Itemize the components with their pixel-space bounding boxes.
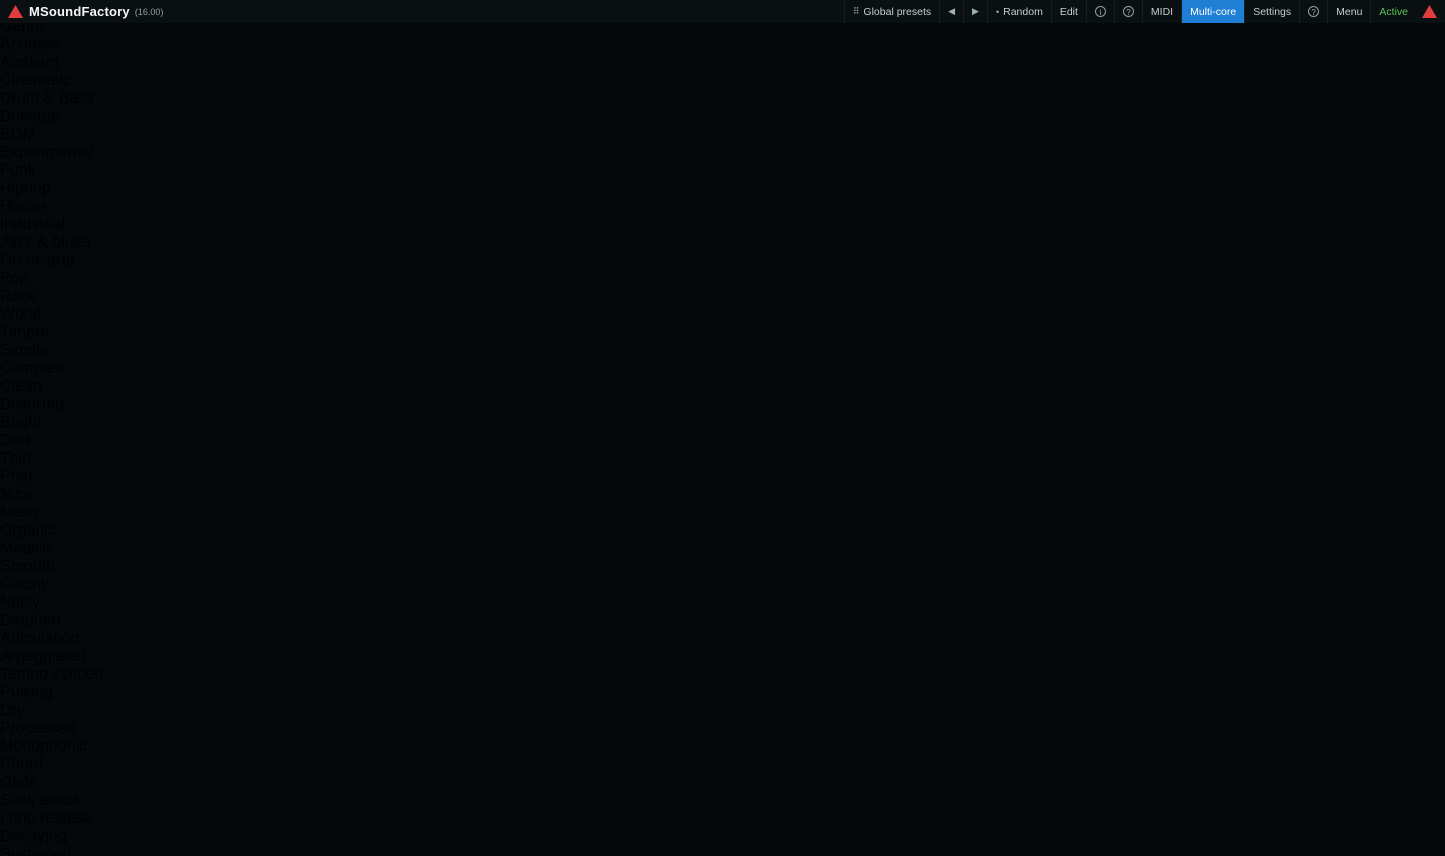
topbar: MSoundFactory (16.00) ⠿Global presets ◀ ▶ •… — [0, 0, 1445, 23]
topbar-right: ⠿Global presets ◀ ▶ •RandomEditi? MIDIMulti-… — [844, 0, 1416, 23]
topbar-item-multi-core[interactable]: Multi-core — [1181, 0, 1244, 23]
filter-item[interactable]: Simple — [0, 342, 1445, 360]
info-icon: i — [1095, 6, 1106, 17]
filter-item[interactable]: Decaying — [0, 828, 1445, 846]
filter-item[interactable]: Pop — [0, 270, 1445, 288]
filter-item[interactable]: Distorted — [0, 396, 1445, 414]
app-window: MSoundFactory (16.00) ⠿Global presets ◀ ▶ •… — [0, 0, 1445, 856]
filter-item[interactable]: Dark — [0, 432, 1445, 450]
filter-item[interactable]: Detuned — [0, 612, 1445, 630]
filter-item[interactable]: Industrial — [0, 216, 1445, 234]
filter-item[interactable]: Bright — [0, 414, 1445, 432]
topbar-info-icon[interactable]: i — [1086, 0, 1114, 23]
topbar-item-random[interactable]: •Random — [987, 0, 1051, 23]
filter-item[interactable]: Slow attack — [0, 792, 1445, 810]
filter-item[interactable]: Ambient — [0, 54, 1445, 72]
filter-item[interactable]: Dry — [0, 702, 1445, 720]
filter-item[interactable]: Nasty — [0, 504, 1445, 522]
filter-item[interactable]: Clean — [0, 378, 1445, 396]
filter-item[interactable]: Acoustic — [0, 36, 1445, 54]
filter-item[interactable]: Nice — [0, 486, 1445, 504]
help-icon: ? — [1123, 6, 1134, 17]
filter-item[interactable]: Glide — [0, 774, 1445, 792]
grid-icon: ⠿ — [853, 6, 860, 17]
filter-item[interactable]: Jazz & blues — [0, 234, 1445, 252]
topbar-arrow-right-icon[interactable]: ▶ — [963, 0, 987, 23]
topbar-item-global-presets[interactable]: ⠿Global presets — [844, 0, 939, 23]
filter-column-genre: GenreAcousticAmbientCinematicDrum & Bass… — [0, 18, 1445, 324]
filter-item[interactable]: Processed — [0, 720, 1445, 738]
help-icon: ? — [1308, 6, 1319, 17]
filter-column-articulation: ArticulationArpeggiatedTempo syncedPulsi… — [0, 630, 1445, 856]
filter-item[interactable]: Arpeggiated — [0, 648, 1445, 666]
arrow-left-icon: ◀ — [948, 6, 955, 17]
arrow-right-icon: ▶ — [972, 6, 979, 17]
app-version: (16.00) — [135, 7, 164, 17]
filter-item[interactable]: Funk — [0, 162, 1445, 180]
filter-item[interactable]: Phat — [0, 468, 1445, 486]
melda-logo-icon[interactable] — [8, 5, 23, 18]
filter-column-header: Articulation — [0, 630, 1445, 648]
melda-logo-right-icon[interactable] — [1422, 5, 1437, 18]
filter-item[interactable]: Monophonic — [0, 738, 1445, 756]
filter-item[interactable]: Glitchy — [0, 576, 1445, 594]
topbar-help-icon[interactable]: ? — [1299, 0, 1327, 23]
filter-item[interactable]: Complex — [0, 360, 1445, 378]
filter-item[interactable]: World — [0, 306, 1445, 324]
filter-item[interactable]: Organic — [0, 522, 1445, 540]
topbar-item-active[interactable]: Active — [1370, 0, 1416, 23]
filter-item[interactable]: Hiphop — [0, 180, 1445, 198]
filter-item[interactable]: Tempo synced — [0, 666, 1445, 684]
filter-item[interactable]: Cinematic — [0, 72, 1445, 90]
topbar-item-settings[interactable]: Settings — [1244, 0, 1299, 23]
filter-item[interactable]: Orchestral — [0, 252, 1445, 270]
filter-column-timbre: TimbreSimpleComplexCleanDistortedBrightD… — [0, 324, 1445, 630]
dot-icon: • — [996, 7, 999, 17]
app-title: MSoundFactory — [29, 4, 130, 19]
filter-column-header: Timbre — [0, 324, 1445, 342]
filter-item[interactable]: Dubstep — [0, 108, 1445, 126]
filter-item[interactable]: Metallic — [0, 540, 1445, 558]
filter-item[interactable]: Rock — [0, 288, 1445, 306]
filter-item[interactable]: Long release — [0, 810, 1445, 828]
filter-item[interactable]: EDM — [0, 126, 1445, 144]
filter-table: GenreAcousticAmbientCinematicDrum & Bass… — [0, 18, 1445, 856]
topbar-arrow-left-icon[interactable]: ◀ — [939, 0, 963, 23]
filter-item[interactable]: Smooth — [0, 558, 1445, 576]
filter-item[interactable]: Experimental — [0, 144, 1445, 162]
filter-item[interactable]: House — [0, 198, 1445, 216]
topbar-item-midi[interactable]: MIDI — [1142, 0, 1181, 23]
sidebar: Download & Install instruments GenreAcou… — [0, 0, 1445, 856]
topbar-item-menu[interactable]: Menu — [1327, 0, 1370, 23]
filter-item[interactable]: Sustained — [0, 846, 1445, 856]
filter-item[interactable]: Drum & Bass — [0, 90, 1445, 108]
filter-item[interactable]: Pulsing — [0, 684, 1445, 702]
filter-item[interactable]: Chord — [0, 756, 1445, 774]
topbar-help-icon[interactable]: ? — [1114, 0, 1142, 23]
filter-item[interactable]: Thin — [0, 450, 1445, 468]
filter-item[interactable]: Noisy — [0, 594, 1445, 612]
topbar-item-edit[interactable]: Edit — [1051, 0, 1086, 23]
